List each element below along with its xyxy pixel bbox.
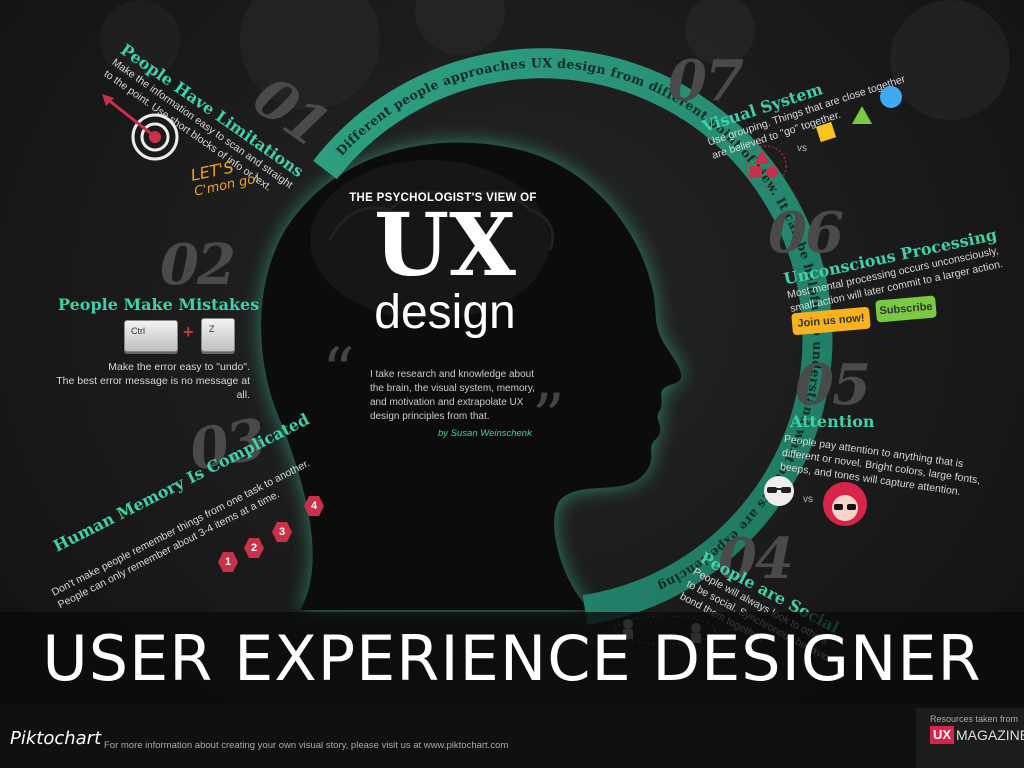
section-07-number: 07 <box>668 48 744 114</box>
section-02-number: 02 <box>160 232 236 298</box>
section-05-vs: vs <box>803 494 813 505</box>
ux-magazine-text: MAGAZINE <box>956 727 1024 743</box>
z-key-icon: Z <box>201 318 235 352</box>
center-title-ux: UX <box>374 195 516 296</box>
section-02-title: People Make Mistakes <box>58 295 260 314</box>
footer-info: For more information about creating your… <box>104 740 509 751</box>
banner-title: USER EXPERIENCE DESIGNER <box>42 622 982 695</box>
circle-icon <box>880 86 902 108</box>
open-quote-icon: “ <box>322 335 355 409</box>
quote-author: by Susan Weinschenk <box>438 428 532 439</box>
shapes-group-icon <box>745 145 787 187</box>
target-icon <box>102 94 179 161</box>
glasses-face-icon <box>764 476 794 506</box>
section-07-vs: vs <box>797 143 807 154</box>
ctrl-key-icon: Ctrl <box>124 320 178 352</box>
ux-magazine-badge: UX <box>930 726 955 744</box>
center-title-design: design <box>374 286 516 339</box>
piktochart-logo: Piktochart <box>10 728 102 749</box>
section-02-body: Make the error easy to "undo". The best … <box>56 361 250 401</box>
infographic-canvas: Different people approaches UX design fr… <box>0 0 1024 768</box>
section-06-number: 06 <box>768 200 844 266</box>
section-05-number: 05 <box>795 352 871 418</box>
red-hair-face-icon <box>823 482 867 526</box>
resources-label: Resources taken from <box>930 714 1019 724</box>
center-quote: I take research and knowledge about the … <box>370 369 535 422</box>
section-05-title: Attention <box>790 412 875 431</box>
plus-sign: + <box>183 322 194 342</box>
triangle-icon <box>852 106 872 124</box>
footer-bar <box>0 704 1024 768</box>
